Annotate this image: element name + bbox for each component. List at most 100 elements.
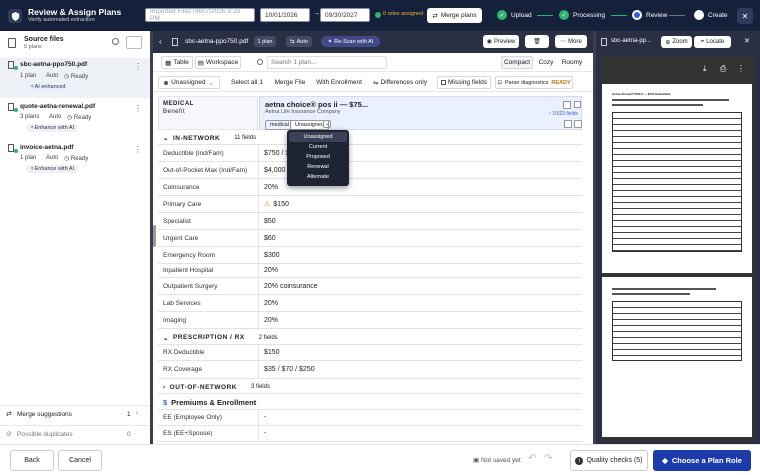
table-scrollbar[interactable] xyxy=(153,225,156,247)
menu-toggle-icon[interactable] xyxy=(563,101,571,109)
density-compact[interactable]: Compact xyxy=(501,56,533,69)
print-icon[interactable]: ⎙ xyxy=(720,64,726,74)
table-row[interactable]: Specialist $50 xyxy=(158,213,582,230)
preview-tab-name[interactable]: sbc-aetna-pp... xyxy=(611,38,651,44)
file-status: ◷ Ready xyxy=(67,115,92,121)
table-row[interactable]: RX Deductible $150 xyxy=(158,345,582,361)
more-button[interactable]: ⋯ More xyxy=(555,35,587,48)
tab-file-name[interactable]: sbc-aetna-ppo750.pdf xyxy=(185,38,248,45)
premiums-section[interactable]: $ Premiums & Enrollment xyxy=(158,395,582,410)
back-button[interactable]: Back xyxy=(10,450,54,471)
role-option-current[interactable]: Current xyxy=(289,142,347,152)
view-table-tab[interactable]: ▦ Table xyxy=(161,56,193,69)
with-enrollment-toggle[interactable]: With Enrollment xyxy=(315,76,363,89)
rescan-ai-button[interactable]: ✦ Re-Scan with AI xyxy=(321,36,380,47)
quality-checks-button[interactable]: i Quality checks (5) xyxy=(570,450,648,471)
trash-icon: 🗑 xyxy=(533,39,541,45)
select-checkbox[interactable] xyxy=(574,101,581,108)
table-row[interactable]: Inpatient Hospital 20% xyxy=(158,264,582,278)
file-plans: 3 plans xyxy=(20,114,40,120)
collapse-icon[interactable] xyxy=(564,120,572,128)
chevron-left-icon[interactable]: ‹ xyxy=(159,37,162,46)
role-option-proposed[interactable]: Proposed xyxy=(289,152,347,162)
close-preview-icon[interactable]: ✕ xyxy=(744,37,750,45)
locate-button[interactable]: ⌖ Locate xyxy=(694,36,731,48)
step-upload[interactable]: ✓ Upload xyxy=(497,10,532,20)
density-cozy[interactable]: Cozy xyxy=(535,56,557,69)
table-row[interactable]: Deductible (Ind/Fam) $750 / $1,500 xyxy=(158,145,582,162)
step-processing[interactable]: ✓ Processing xyxy=(559,10,605,20)
table-row[interactable]: ES (EE+Spouse) - xyxy=(158,426,582,442)
mode-select[interactable]: ⇆ Auto xyxy=(286,36,312,47)
table-row[interactable]: Imaging 20% xyxy=(158,312,582,329)
section-in-network[interactable]: ⌄ IN-NETWORK 11 fields xyxy=(158,132,582,145)
merge-suggestions-row[interactable]: ⇄ Merge suggestions 1 › xyxy=(0,405,150,423)
close-button[interactable]: ✕ xyxy=(737,8,753,24)
merge-plans-button[interactable]: ⇄ Merge plans xyxy=(427,8,482,23)
download-icon[interactable]: ⤓ xyxy=(703,64,707,74)
role-chip-caret[interactable]: ⌄ xyxy=(323,120,331,128)
table-row[interactable]: Coinsurance 20% xyxy=(158,179,582,196)
density-roomy[interactable]: Roomy xyxy=(559,56,585,69)
delete-button[interactable]: 🗑 xyxy=(525,35,549,48)
view-workspace-tab[interactable]: ▤ Workspace xyxy=(195,56,241,69)
table-row[interactable]: Emergency Room $300 xyxy=(158,247,582,264)
table-row[interactable]: Out-of-Pocket Max (Ind/Fam)$4,000 / $8,0… xyxy=(158,162,582,179)
date-to-input[interactable]: 09/30/2027 xyxy=(320,8,370,22)
source-file-item[interactable]: quote-aetna-renewal.pdf 3 plans Auto ◷ R… xyxy=(0,100,150,140)
page-title: Review & Assign Plans xyxy=(28,7,122,17)
eye-icon: ◉ xyxy=(486,39,492,45)
select-all-button[interactable]: Select all 1 xyxy=(229,76,265,89)
step-create[interactable]: Create xyxy=(694,10,728,20)
more-vertical-icon[interactable]: ⋮ xyxy=(737,64,745,73)
step-connector xyxy=(669,15,685,16)
missing-fields-toggle[interactable]: Missing fields xyxy=(437,76,491,89)
file-plans: 1 plan xyxy=(20,73,37,79)
choose-plan-role-button[interactable]: ◆ Choose a Plan Role xyxy=(653,450,751,471)
pdf-viewer[interactable]: ⤓ ⎙ ⋮ Aetna Choice® POS II — $750 Deduct… xyxy=(601,57,755,442)
table-row[interactable]: Outpatient Surgery 20% coinsurance xyxy=(158,278,582,295)
file-mode: Auto xyxy=(46,155,59,161)
add-file-button[interactable] xyxy=(126,36,142,49)
undo-icon[interactable]: ↶ xyxy=(528,453,536,464)
enhance-ai-button[interactable]: ✧ Enhance with AI xyxy=(26,124,79,132)
plan-name[interactable]: aetna choice® pos ii — $75... xyxy=(265,100,368,109)
step-review[interactable]: Review xyxy=(632,10,667,20)
unassigned-filter[interactable]: Unassigned ⌄ xyxy=(158,76,220,89)
table-row[interactable]: Lab Services 20% xyxy=(158,295,582,312)
info-icon: i xyxy=(575,456,584,465)
file-name: sbc-aetna-ppo750.pdf xyxy=(20,61,88,68)
search-icon[interactable] xyxy=(112,38,119,45)
clock-icon: ◷ xyxy=(64,74,71,80)
section-out-of-network[interactable]: › OUT-OF-NETWORK 3 fields xyxy=(158,381,582,394)
zoom-button[interactable]: ⊕ Zoom xyxy=(661,36,692,48)
preview-panel: sbc-aetna-pp... ⊕ Zoom ⌖ Locate ✕ ⤓ ⎙ ⋮ Ae… xyxy=(596,31,760,444)
table-row[interactable]: EE (Employee Only) - xyxy=(158,410,582,426)
source-file-item[interactable]: sbc-aetna-ppo750.pdf 1 plan Auto ◷ Ready… xyxy=(0,58,150,98)
source-file-item[interactable]: invoice-aetna.pdf 1 plan Auto ◷ Ready ✧ … xyxy=(0,141,150,181)
role-option-renewal[interactable]: Renewal xyxy=(289,162,347,172)
role-option-alternate[interactable]: Alternate xyxy=(289,172,347,182)
more-vertical-icon[interactable]: ⋮ xyxy=(134,145,142,154)
more-vertical-icon[interactable]: ⋮ xyxy=(134,62,142,71)
plan-search-input[interactable] xyxy=(267,56,387,69)
parse-diagnostics-button[interactable]: ⊡ Parse diagnostics READY xyxy=(495,76,573,89)
date-from-input[interactable]: 10/01/2026 xyxy=(260,8,310,22)
expand-icon[interactable] xyxy=(574,120,582,128)
enhance-ai-button[interactable]: ✧ Enhance with AI xyxy=(26,165,79,173)
preview-button[interactable]: ◉ Preview xyxy=(483,35,519,48)
section-prescription[interactable]: ⌄ PRESCRIPTION / RX 2 fields xyxy=(158,331,582,345)
merge-file-button[interactable]: Merge File xyxy=(273,76,307,89)
differences-only-toggle[interactable]: ⇋ Differences only xyxy=(369,76,431,89)
redo-icon[interactable]: ↷ xyxy=(544,453,552,464)
roles-assigned-text: 0 roles assigned xyxy=(383,11,424,17)
imported-files-input[interactable]: Imported Files 09/07/2026 9:39 PM xyxy=(145,8,255,22)
pdf-table xyxy=(612,112,742,252)
role-option-unassigned[interactable]: Unassigned xyxy=(289,132,347,142)
more-vertical-icon[interactable]: ⋮ xyxy=(134,104,142,113)
cancel-button[interactable]: Cancel xyxy=(58,450,102,471)
table-row[interactable]: Primary Care ⚠ $150 xyxy=(158,196,582,213)
possible-duplicates-row[interactable]: ⊘ Possible duplicates 0 xyxy=(0,425,150,443)
table-row[interactable]: Urgent Care $60 xyxy=(158,230,582,247)
table-row[interactable]: RX Coverage $35 / $70 / $250 xyxy=(158,361,582,379)
